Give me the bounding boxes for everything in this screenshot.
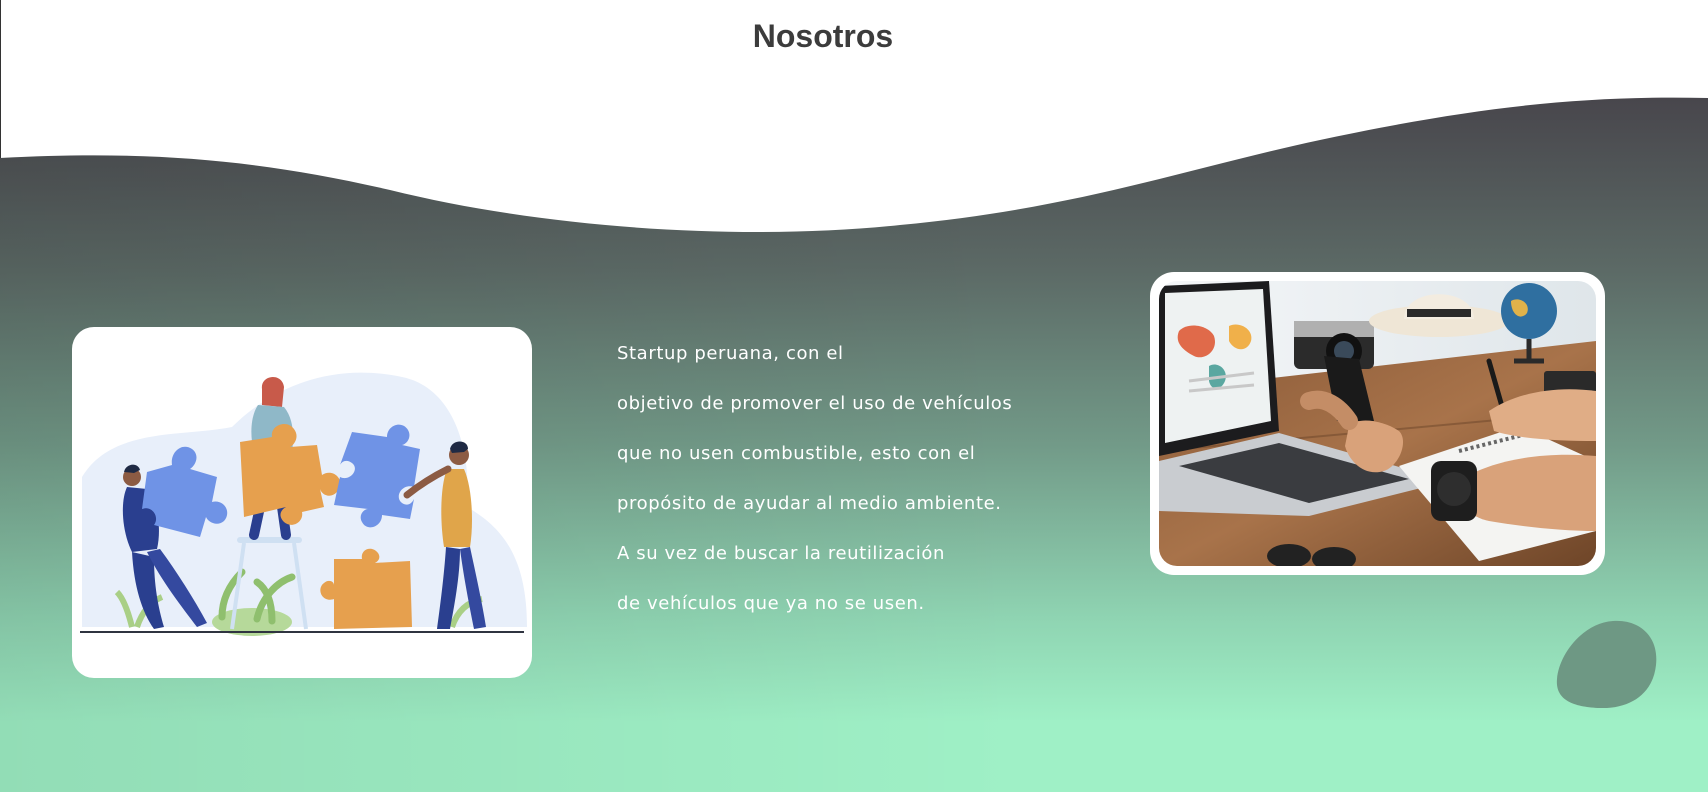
about-line: que no usen combustible, esto con el	[617, 443, 976, 464]
page-title: Nosotros	[752, 18, 894, 54]
about-line: propósito de ayudar al medio ambiente.	[617, 493, 1002, 514]
about-line: A su vez de buscar la reutilización	[617, 543, 946, 564]
laptop-desk-photo	[1159, 281, 1596, 566]
about-description: Startup peruana, con el objetivo de prom…	[617, 340, 1017, 640]
about-line: objetivo de promover el uso de vehículos	[617, 393, 1013, 414]
decorative-blob	[1556, 620, 1657, 709]
about-line: de vehículos que ya no se usen.	[617, 593, 925, 614]
about-line: Startup peruana, con el	[617, 343, 844, 364]
teamwork-illustration-card	[72, 327, 532, 678]
photo-card	[1150, 272, 1605, 575]
teamwork-puzzle-illustration	[80, 372, 527, 636]
